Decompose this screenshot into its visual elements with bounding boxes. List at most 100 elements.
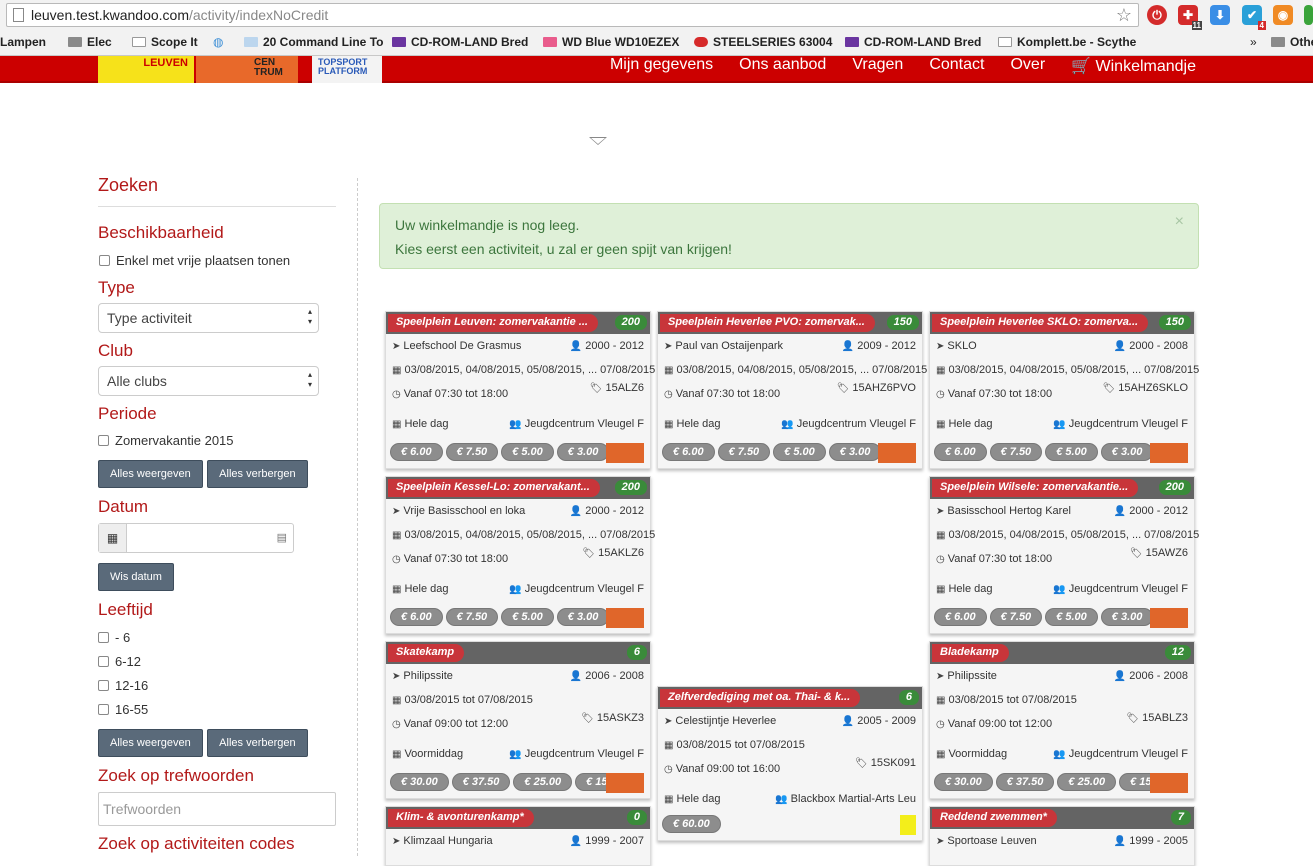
calendar-icon[interactable]: ▦: [99, 524, 127, 552]
calendar-icon: ▦: [392, 749, 402, 760]
activity-card[interactable]: Speelplein Leuven: zomervakantie ... 200…: [385, 311, 655, 469]
keywords-input[interactable]: Trefwoorden: [98, 792, 336, 826]
date-picker-icon[interactable]: ▤: [127, 524, 293, 552]
bookmark-item[interactable]: Elec: [68, 35, 112, 49]
card-title[interactable]: Bladekamp: [932, 644, 1009, 662]
club-logo: [1150, 608, 1188, 628]
card-time: ◷ Vanaf 09:00 tot 16:00: [664, 763, 781, 775]
card-dates: ▦ 03/08/2015, 04/08/2015, 05/08/2015, ...…: [936, 529, 1200, 541]
bookmark-item[interactable]: WD Blue WD10EZEX: [543, 35, 679, 49]
bookmark-item[interactable]: Lampen: [0, 35, 46, 49]
card-title[interactable]: Klim- & avonturenkamp*: [388, 809, 534, 827]
club-logo: [900, 815, 916, 835]
logo-centrum[interactable]: CEN TRUM: [196, 56, 298, 83]
price-badge: € 3.00: [828, 443, 882, 461]
check-icon[interactable]: ✔ 4: [1242, 5, 1266, 30]
price-badge: € 5.00: [501, 608, 554, 626]
logo-leuven[interactable]: LEUVEN: [98, 56, 194, 83]
bookmark-item[interactable]: CD-ROM-LAND Bred: [392, 35, 528, 49]
availability-heading: Beschikbaarheid: [98, 223, 224, 242]
activity-card[interactable]: Skatekamp 6 ➤ Philipssite 👤 2006 - 2008 ▦ 03…: [385, 641, 651, 799]
adblock-icon[interactable]: ⏻: [1147, 5, 1167, 25]
bookmark-item[interactable]: Komplett.be - Scythe: [998, 35, 1136, 49]
card-title[interactable]: Speelplein Heverlee PVO: zomervak...: [660, 314, 875, 332]
free-places-badge: 200: [614, 315, 647, 330]
activity-card[interactable]: Speelplein Heverlee SKLO: zomerva... 150…: [929, 311, 1199, 469]
hide-all-ages-button[interactable]: Alles verbergen: [207, 729, 308, 757]
calendar-icon: ▦: [664, 419, 674, 430]
club-logo: [878, 443, 916, 463]
show-all-ages-button[interactable]: Alles weergeven: [98, 729, 203, 757]
card-title[interactable]: Reddend zwemmen*: [932, 809, 1057, 827]
bookmark-item[interactable]: Othe: [1271, 35, 1313, 49]
clock-icon: ◷: [936, 554, 945, 565]
bookmark-item[interactable]: Scope It: [132, 35, 198, 49]
puzzle-icon[interactable]: ✚ 11: [1178, 5, 1202, 30]
free-places-checkbox[interactable]: Enkel met vrije plaatsen tonen: [99, 248, 336, 272]
free-places-badge: 0: [626, 810, 647, 825]
address-bar[interactable]: leuven.test.kwandoo.com/activity/indexNo…: [6, 3, 1139, 27]
price-badge: € 6.00: [662, 443, 715, 461]
activity-card[interactable]: Speelplein Heverlee PVO: zomervak... 150…: [657, 311, 927, 469]
card-dates: ▦ 03/08/2015 tot 07/08/2015: [936, 694, 1077, 706]
download-icon[interactable]: ⬇: [1210, 5, 1230, 25]
location-arrow-icon: ➤: [392, 836, 401, 847]
card-title[interactable]: Speelplein Wilsele: zomervakantie...: [932, 479, 1139, 497]
bookmark-item[interactable]: 20 Command Line To: [244, 35, 383, 49]
show-all-button[interactable]: Alles weergeven: [98, 460, 203, 488]
url-host: leuven.test.kwandoo.com: [31, 7, 189, 23]
period-checkbox[interactable]: Zomervakantie 2015: [98, 428, 336, 452]
card-location: ➤ Klimzaal Hungaria: [392, 835, 493, 847]
nav-winkelmandje[interactable]: 🛒 Winkelmandje: [1071, 56, 1196, 76]
hide-all-button[interactable]: Alles verbergen: [207, 460, 308, 488]
activity-card[interactable]: Reddend zwemmen* 7 ➤ Sportoase Leuven 👤 19…: [929, 806, 1195, 866]
age-heading: Leeftijd: [98, 600, 153, 619]
users-icon: 👥: [1053, 584, 1066, 595]
club-logo: [606, 773, 644, 793]
close-icon[interactable]: ×: [1175, 210, 1184, 234]
nav-contact[interactable]: Contact: [929, 56, 984, 76]
age-checkbox[interactable]: 16-55: [98, 697, 336, 721]
activity-card[interactable]: Bladekamp 12 ➤ Philipssite 👤 2006 - 2008 ▦ 0…: [929, 641, 1195, 799]
bookmark-item[interactable]: STEELSERIES 63004: [694, 35, 832, 49]
nav-over[interactable]: Over: [1010, 56, 1045, 76]
age-checkbox[interactable]: 6-12: [98, 649, 336, 673]
activity-card[interactable]: Speelplein Wilsele: zomervakantie... 200…: [929, 476, 1199, 634]
card-location: ➤ Philipssite: [936, 670, 997, 682]
age-checkbox[interactable]: 12-16: [98, 673, 336, 697]
bookmark-item[interactable]: CD-ROM-LAND Bred: [845, 35, 981, 49]
activity-card[interactable]: Klim- & avonturenkamp* 0 ➤ Klimzaal Hunga…: [385, 806, 651, 866]
calendar-icon: ▦: [936, 695, 946, 706]
rss-icon[interactable]: ◉: [1273, 5, 1293, 25]
price-badge: € 3.00: [1100, 608, 1154, 626]
card-dates: ▦ 03/08/2015, 04/08/2015, 05/08/2015, ...…: [664, 364, 928, 376]
card-title[interactable]: Speelplein Kessel-Lo: zomervakant...: [388, 479, 600, 497]
date-input[interactable]: ▦ ▤: [98, 523, 294, 553]
calendar-icon: ▦: [392, 530, 402, 541]
user-icon: 👤: [569, 836, 583, 847]
club-select[interactable]: Alle clubs: [98, 366, 319, 396]
user-icon: 👤: [841, 341, 855, 352]
type-select[interactable]: Type activiteit: [98, 303, 319, 333]
card-title[interactable]: Skatekamp: [388, 644, 465, 662]
price-badge: € 7.50: [445, 608, 499, 626]
users-icon: 👥: [509, 419, 522, 430]
card-title[interactable]: Zelfverdediging met oa. Thai- & k...: [660, 689, 861, 707]
expand-caret-icon[interactable]: [589, 137, 607, 145]
activity-card[interactable]: Speelplein Kessel-Lo: zomervakant... 200…: [385, 476, 655, 634]
user-icon: 👤: [1113, 341, 1127, 352]
more-bookmarks[interactable]: »: [1250, 35, 1257, 49]
activity-card[interactable]: Zelfverdediging met oa. Thai- & k... 6 ➤…: [657, 686, 923, 841]
card-title[interactable]: Speelplein Heverlee SKLO: zomerva...: [932, 314, 1149, 332]
nav-mijn-gegevens[interactable]: Mijn gegevens: [610, 56, 713, 76]
clear-date-button[interactable]: Wis datum: [98, 563, 174, 591]
logo-topsport[interactable]: TOPSPORT PLATFORM: [312, 56, 382, 83]
extension-icon[interactable]: [1304, 5, 1313, 25]
bookmark-star-icon[interactable]: ☆: [1116, 4, 1132, 26]
nav-vragen[interactable]: Vragen: [852, 56, 903, 76]
card-title[interactable]: Speelplein Leuven: zomervakantie ...: [388, 314, 598, 332]
card-years: 👤 2000 - 2012: [1113, 505, 1188, 517]
nav-ons-aanbod[interactable]: Ons aanbod: [739, 56, 826, 76]
card-code: 🏷 15SK091: [855, 757, 916, 769]
age-checkbox[interactable]: - 6: [98, 625, 336, 649]
